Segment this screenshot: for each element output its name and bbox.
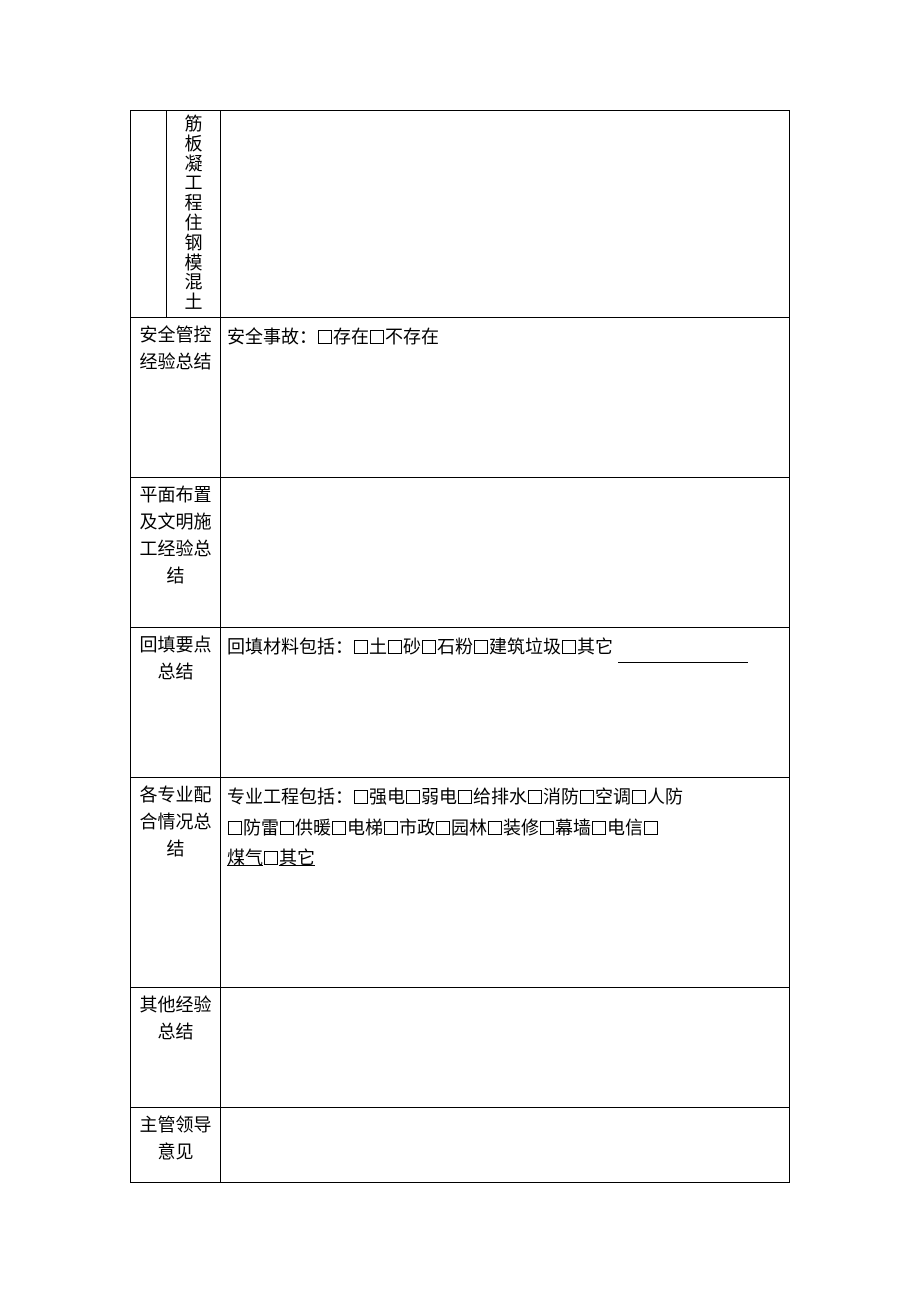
opt-fire: 消防 xyxy=(543,787,579,807)
opt-strong-elec: 强电 xyxy=(369,787,405,807)
checkbox-ac[interactable] xyxy=(580,790,594,804)
checkbox-fire[interactable] xyxy=(528,790,542,804)
checkbox-notexist[interactable] xyxy=(370,330,384,344)
checkbox-elevator[interactable] xyxy=(332,821,346,835)
checkbox-telecom[interactable] xyxy=(592,821,606,835)
opt-lightning: 防雷 xyxy=(243,818,279,838)
opt-plumbing: 给排水 xyxy=(473,787,527,807)
opt-curtainwall: 幕墙 xyxy=(555,818,591,838)
checkbox-inline-end[interactable] xyxy=(644,821,658,835)
row-other-exp: 其他经验总结 xyxy=(131,987,790,1107)
opt-waste: 建筑垃圾 xyxy=(489,637,561,657)
opt-notexist: 不存在 xyxy=(385,327,439,347)
checkbox-curtainwall[interactable] xyxy=(540,821,554,835)
opt-other-spec: 其它 xyxy=(279,848,315,868)
checkbox-exist[interactable] xyxy=(318,330,332,344)
safety-prefix: 安全事故： xyxy=(227,327,317,347)
specialty-content[interactable]: 专业工程包括： 强电弱电给排水消防空调人防 防雷供暖电梯市政园林装修幕墙电信 煤气… xyxy=(221,777,790,987)
opt-ac: 空调 xyxy=(595,787,631,807)
row1-col2: 筋板凝工程住钢模混土 xyxy=(167,111,221,318)
row1-vertical-label: 筋板凝工程住钢模混土 xyxy=(173,115,214,313)
row1-col1 xyxy=(131,111,167,318)
safety-label: 安全管控经验总结 xyxy=(131,317,221,477)
backfill-label: 回填要点总结 xyxy=(131,627,221,777)
backfill-content[interactable]: 回填材料包括： 土砂石粉建筑垃圾其它 xyxy=(221,627,790,777)
opt-landscape: 园林 xyxy=(451,818,487,838)
leader-label: 主管领导意见 xyxy=(131,1107,221,1182)
opt-telecom: 电信 xyxy=(607,818,643,838)
row-1: 筋板凝工程住钢模混土 xyxy=(131,111,790,318)
opt-gas: 煤气 xyxy=(227,848,263,868)
opt-decoration: 装修 xyxy=(503,818,539,838)
specialty-label: 各专业配合情况总结 xyxy=(131,777,221,987)
checkbox-heating[interactable] xyxy=(280,821,294,835)
opt-municipal: 市政 xyxy=(399,818,435,838)
opt-sand: 砂 xyxy=(403,637,421,657)
checkbox-decoration[interactable] xyxy=(488,821,502,835)
leader-content[interactable] xyxy=(221,1107,790,1182)
checkbox-waste[interactable] xyxy=(474,640,488,654)
opt-soil: 土 xyxy=(369,637,387,657)
opt-other-backfill: 其它 xyxy=(577,637,613,657)
backfill-prefix: 回填材料包括： xyxy=(227,637,353,657)
checkbox-other-spec[interactable] xyxy=(264,851,278,865)
checkbox-landscape[interactable] xyxy=(436,821,450,835)
row-safety: 安全管控经验总结 安全事故： 存在不存在 xyxy=(131,317,790,477)
opt-weak-elec: 弱电 xyxy=(421,787,457,807)
checkbox-plumbing[interactable] xyxy=(458,790,472,804)
opt-civildefense: 人防 xyxy=(647,787,683,807)
row1-content xyxy=(221,111,790,318)
opt-elevator: 电梯 xyxy=(347,818,383,838)
opt-heating: 供暖 xyxy=(295,818,331,838)
layout-label: 平面布置及文明施工经验总结 xyxy=(131,477,221,627)
row-specialty: 各专业配合情况总结 专业工程包括： 强电弱电给排水消防空调人防 防雷供暖电梯市政园… xyxy=(131,777,790,987)
safety-content[interactable]: 安全事故： 存在不存在 xyxy=(221,317,790,477)
checkbox-sand[interactable] xyxy=(388,640,402,654)
checkbox-lightning[interactable] xyxy=(228,821,242,835)
row-backfill: 回填要点总结 回填材料包括： 土砂石粉建筑垃圾其它 xyxy=(131,627,790,777)
opt-exist: 存在 xyxy=(333,327,369,347)
backfill-other-line[interactable] xyxy=(618,641,748,663)
checkbox-municipal[interactable] xyxy=(384,821,398,835)
row-layout: 平面布置及文明施工经验总结 xyxy=(131,477,790,627)
opt-stonepowder: 石粉 xyxy=(437,637,473,657)
otherexp-content[interactable] xyxy=(221,987,790,1107)
layout-content[interactable] xyxy=(221,477,790,627)
checkbox-weak-elec[interactable] xyxy=(406,790,420,804)
checkbox-strong-elec[interactable] xyxy=(354,790,368,804)
checkbox-other-backfill[interactable] xyxy=(562,640,576,654)
specialty-prefix: 专业工程包括： xyxy=(227,787,353,807)
otherexp-label: 其他经验总结 xyxy=(131,987,221,1107)
checkbox-soil[interactable] xyxy=(354,640,368,654)
form-table: 筋板凝工程住钢模混土 安全管控经验总结 安全事故： 存在不存在 平面布置及文明施工… xyxy=(130,110,790,1183)
checkbox-civildefense[interactable] xyxy=(632,790,646,804)
row-leader: 主管领导意见 xyxy=(131,1107,790,1182)
checkbox-stonepowder[interactable] xyxy=(422,640,436,654)
